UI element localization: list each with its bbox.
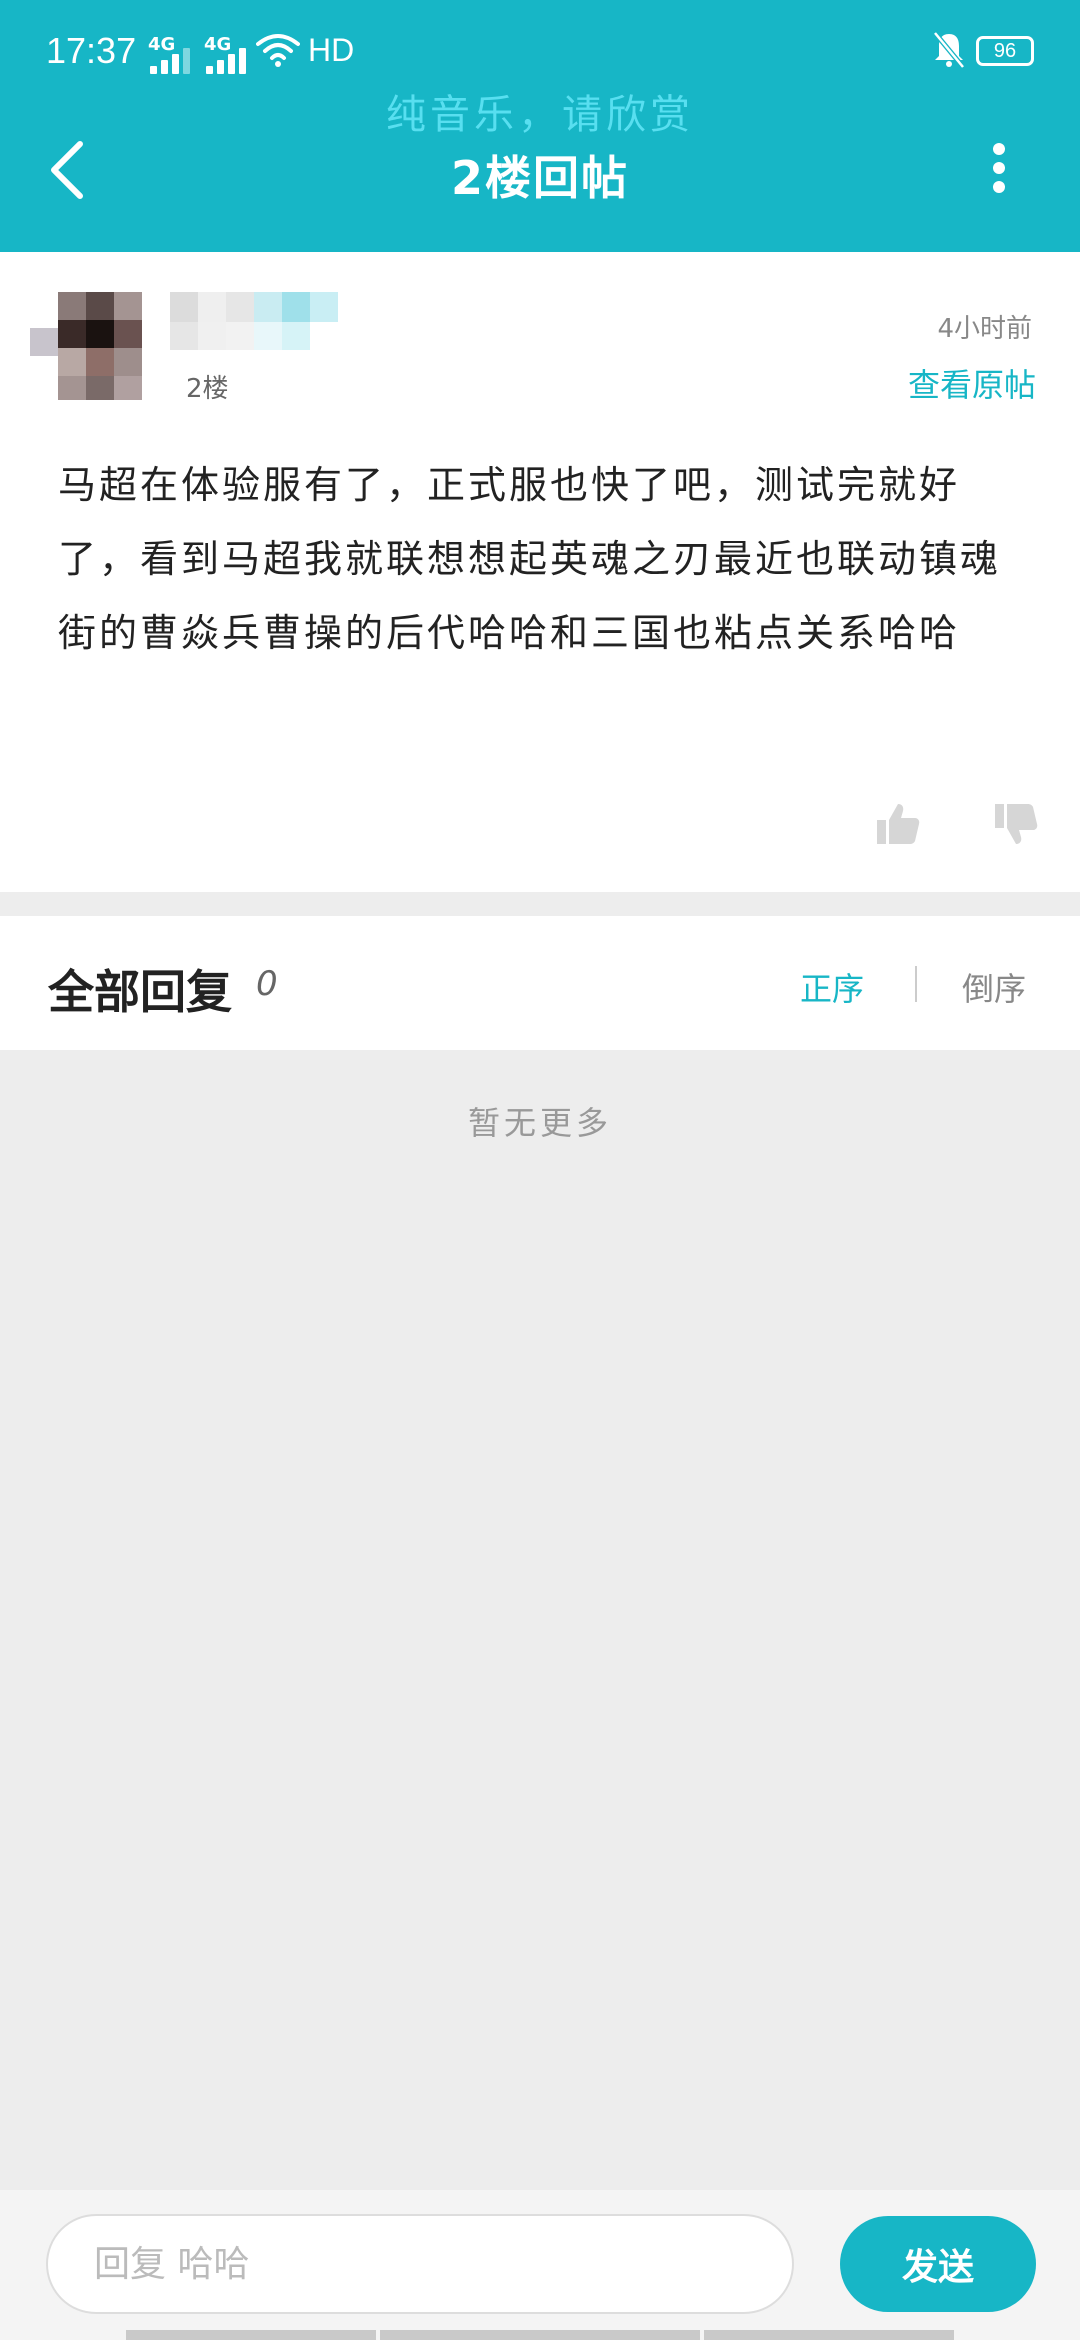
hd-indicator: HD: [308, 32, 355, 68]
replies-header: 全部回复 0 正序 倒序: [0, 916, 1080, 1050]
nav-indicator-right: [704, 2330, 954, 2340]
replies-title: 全部回复: [48, 965, 232, 1019]
reply-composer: 发送: [0, 2190, 1080, 2340]
replies-count: 0: [256, 964, 278, 1004]
more-vertical-icon[interactable]: [988, 142, 1010, 194]
view-original-link[interactable]: 查看原帖: [908, 360, 1036, 406]
post-time: 4小时前: [937, 314, 1032, 344]
mute-bell-icon: [933, 31, 965, 69]
empty-state-text: 暂无更多: [467, 1104, 612, 1142]
status-time: 17:37: [46, 30, 137, 71]
sort-divider: [915, 966, 917, 1002]
page-title: 2楼回帖: [450, 151, 629, 205]
send-button[interactable]: 发送: [840, 2216, 1036, 2312]
battery-indicator: 96: [976, 36, 1034, 66]
thumbs-up-icon[interactable]: [874, 800, 922, 848]
nav-indicator-left: [126, 2330, 376, 2340]
nav-indicator-center: [380, 2330, 700, 2340]
sort-descending-button[interactable]: 倒序: [962, 964, 1026, 1010]
reply-input[interactable]: [46, 2214, 794, 2314]
now-playing-banner: 纯音乐，请欣赏: [386, 92, 694, 138]
wifi-icon: [256, 34, 300, 67]
signal-bars-1-icon: [150, 44, 190, 74]
thumbs-down-icon[interactable]: [992, 800, 1040, 848]
reply-post-card: 2楼 4小时前 查看原帖 马超在体验服有了，正式服也快了吧，测试完就好了，看到马…: [0, 252, 1080, 892]
signal-bars-2-icon: [206, 44, 246, 74]
header-bar: 17:37 4G 4G HD 96 纯音乐，请欣赏 2楼回帖: [0, 0, 1080, 252]
sort-ascending-button[interactable]: 正序: [800, 964, 864, 1010]
floor-label: 2楼: [186, 374, 229, 404]
post-content: 马超在体验服有了，正式服也快了吧，测试完就好了，看到马超我就联想想起英魂之刃最近…: [58, 463, 1002, 655]
